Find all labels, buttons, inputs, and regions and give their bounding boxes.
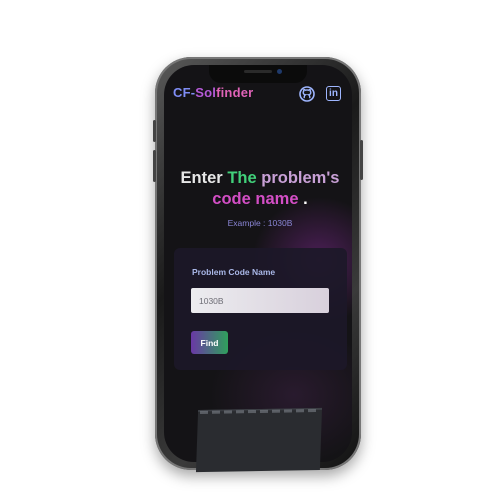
screenshot-preview <box>195 407 323 473</box>
brand-text-part2: Sol <box>195 85 217 100</box>
title-word-problems: problem's <box>261 169 340 187</box>
side-button <box>153 150 156 182</box>
front-camera <box>277 69 282 74</box>
title-word-enter: Enter <box>180 169 223 187</box>
title-word-code-name: code name <box>212 190 299 208</box>
side-button <box>153 120 156 142</box>
example-hint: Example : 1030B <box>227 218 293 228</box>
brand-text-part3: finder <box>216 85 254 100</box>
linkedin-glyph: in <box>329 88 338 99</box>
page-title: Enter The problem's code name . <box>170 168 350 210</box>
notch <box>209 65 307 83</box>
problem-code-input[interactable] <box>191 288 329 313</box>
title-word-the: The <box>227 169 257 187</box>
title-period: . <box>303 190 308 208</box>
brand-text-part1: CF- <box>173 85 196 100</box>
brand-logo[interactable]: CF-Solfinder <box>173 85 253 100</box>
speaker <box>244 70 272 73</box>
find-button[interactable]: Find <box>191 331 228 354</box>
github-icon[interactable] <box>299 86 315 102</box>
power-button <box>360 140 363 180</box>
problem-code-label: Problem Code Name <box>192 267 276 277</box>
linkedin-icon[interactable]: in <box>326 86 341 101</box>
